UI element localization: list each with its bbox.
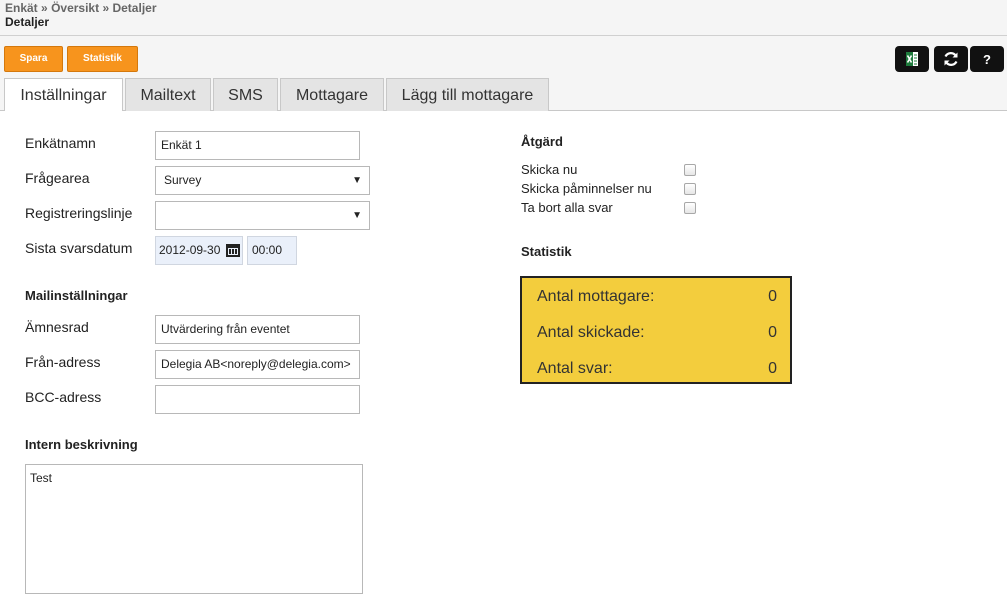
tab-add-recipients[interactable]: Lägg till mottagare [386, 78, 549, 111]
date-value: 2012-09-30 [159, 243, 221, 257]
survey-name-input[interactable]: Enkät 1 [155, 131, 360, 160]
statistics-title: Statistik [521, 244, 572, 259]
stat-recipients-value: 0 [768, 288, 777, 305]
delete-answers-checkbox[interactable] [684, 202, 696, 214]
tab-recipients[interactable]: Mottagare [280, 78, 384, 111]
stat-sent: Antal skickade: 0 [537, 324, 777, 342]
tab-bar: Inställningar Mailtext SMS Mottagare Läg… [0, 78, 1007, 112]
statistics-box: Antal mottagare: 0 Antal skickade: 0 Ant… [520, 276, 792, 384]
bcc-address-label: BCC-adress [25, 389, 102, 405]
registration-line-label: Registreringslinje [25, 205, 133, 221]
refresh-button[interactable] [934, 46, 968, 72]
last-response-date-input[interactable]: 2012-09-30 [155, 236, 243, 265]
mail-settings-title: Mailinställningar [25, 288, 128, 303]
stat-recipients-label: Antal mottagare: [537, 288, 655, 305]
save-button[interactable]: Spara [4, 46, 63, 72]
stat-answers-label: Antal svar: [537, 360, 613, 377]
breadcrumb: Enkät » Översikt » Detaljer [5, 1, 157, 15]
stat-sent-label: Antal skickade: [537, 324, 645, 341]
internal-description-title: Intern beskrivning [25, 437, 138, 452]
stat-answers: Antal svar: 0 [537, 360, 777, 378]
internal-description-textarea[interactable]: Test [25, 464, 363, 594]
help-button[interactable]: ? [970, 46, 1004, 72]
tab-sms[interactable]: SMS [213, 78, 278, 111]
action-title: Åtgärd [521, 134, 563, 149]
subject-label: Ämnesrad [25, 319, 89, 335]
tab-mail-text[interactable]: Mailtext [125, 78, 211, 111]
excel-export-button[interactable] [895, 46, 929, 72]
breadcrumb-separator: » [41, 1, 48, 15]
from-address-input[interactable]: Delegia AB<noreply@delegia.com> [155, 350, 360, 379]
statistics-button[interactable]: Statistik [67, 46, 138, 72]
breadcrumb-item-details: Detaljer [112, 1, 157, 15]
registration-line-select[interactable]: ▼ [155, 201, 370, 230]
breadcrumb-item-overview[interactable]: Översikt [51, 1, 99, 15]
subject-input[interactable]: Utvärdering från eventet [155, 315, 360, 344]
delete-answers-label: Ta bort alla svar [521, 200, 613, 215]
breadcrumb-separator: » [102, 1, 110, 15]
dropdown-arrow-icon: ▼ [352, 210, 362, 221]
stat-sent-value: 0 [768, 324, 777, 341]
dropdown-arrow-icon: ▼ [352, 175, 362, 186]
breadcrumb-item-survey[interactable]: Enkät [5, 1, 38, 15]
send-reminders-checkbox[interactable] [684, 183, 696, 195]
bcc-address-input[interactable] [155, 385, 360, 414]
settings-panel: Enkätnamn Enkät 1 Frågearea Survey ▼ Reg… [0, 111, 1007, 598]
refresh-icon [944, 52, 958, 66]
send-now-checkbox[interactable] [684, 164, 696, 176]
send-now-label: Skicka nu [521, 162, 578, 177]
excel-icon [906, 52, 918, 66]
question-area-value: Survey [164, 173, 202, 187]
help-icon: ? [983, 51, 991, 67]
last-response-date-label: Sista svarsdatum [25, 240, 133, 256]
last-response-time-input[interactable]: 00:00 [247, 236, 297, 265]
stat-recipients: Antal mottagare: 0 [537, 288, 777, 306]
survey-name-label: Enkätnamn [25, 135, 96, 151]
question-area-select[interactable]: Survey ▼ [155, 166, 370, 195]
send-reminders-label: Skicka påminnelser nu [521, 181, 652, 196]
tab-settings[interactable]: Inställningar [4, 78, 123, 112]
from-address-label: Från-adress [25, 354, 101, 370]
page-title: Detaljer [5, 15, 50, 29]
question-area-label: Frågearea [25, 170, 90, 186]
page-header: Enkät » Översikt » Detaljer Detaljer [0, 0, 1007, 36]
stat-answers-value: 0 [768, 360, 777, 377]
calendar-icon[interactable] [226, 244, 240, 257]
